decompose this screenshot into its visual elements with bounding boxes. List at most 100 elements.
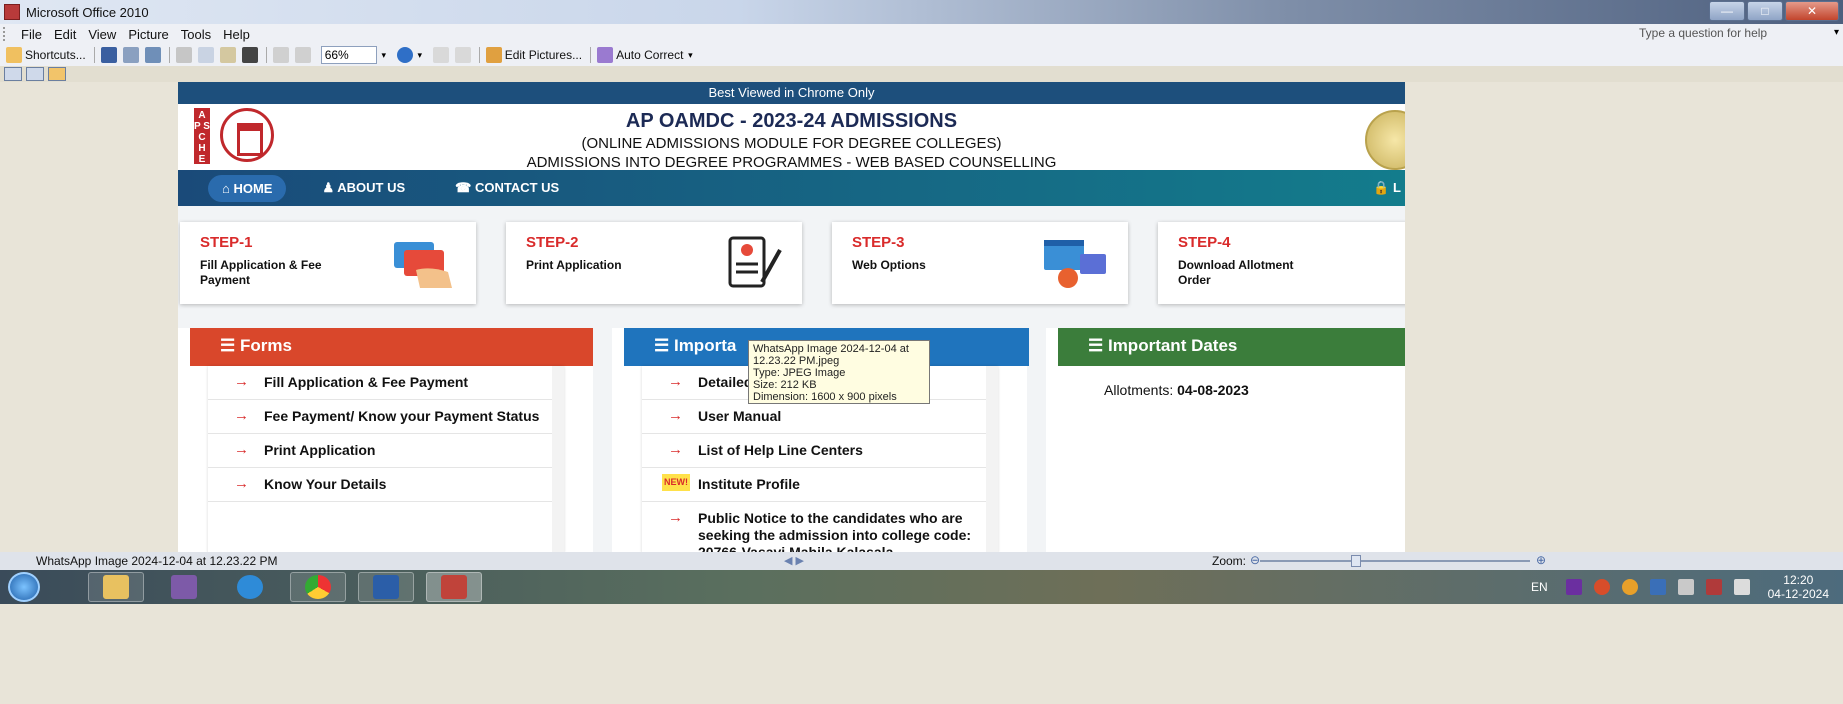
toolbar-separator <box>93 47 95 63</box>
arrow-right-icon: → <box>668 509 683 526</box>
minimize-button[interactable]: — <box>1709 1 1745 21</box>
email-icon[interactable] <box>144 47 161 63</box>
prev-next-picture-icon[interactable]: ◀ ▶ <box>784 554 804 567</box>
zoom-slider-track[interactable] <box>1260 560 1530 562</box>
tooltip-dimension: Dimension: 1600 x 900 pixels <box>753 391 897 403</box>
forms-header: ☰ Forms <box>190 328 593 366</box>
print-icon[interactable] <box>122 47 139 63</box>
site-subtitle: (ONLINE ADMISSIONS MODULE FOR DEGREE COL… <box>581 135 1002 152</box>
zoom-out-icon[interactable]: ⊖ <box>1250 553 1260 567</box>
list-item: NEW! Institute Profile <box>642 468 998 502</box>
tooltip-filename: WhatsApp Image 2024-12-04 at 12.23.22 PM… <box>753 343 909 367</box>
close-button[interactable]: ✕ <box>1785 1 1839 21</box>
best-viewed-banner: Best Viewed in Chrome Only <box>178 82 1405 104</box>
chrome-icon <box>305 575 331 599</box>
arrow-right-icon: → <box>668 373 683 390</box>
nav-contact: ☎ CONTACT US <box>455 180 560 195</box>
list-item-label: User Manual <box>698 408 782 424</box>
menu-edit[interactable]: Edit <box>54 27 76 42</box>
zoom-select[interactable]: 66% <box>320 46 377 64</box>
list-item: → Know Your Details <box>208 468 564 502</box>
tooltip-type: Type: JPEG Image <box>753 367 846 379</box>
arrow-right-icon: → <box>668 441 683 458</box>
toolbar-separator <box>168 47 170 63</box>
save-icon[interactable] <box>100 47 117 63</box>
list-item-label: List of Help Line Centers <box>698 442 863 458</box>
onenote-icon[interactable] <box>1565 579 1582 595</box>
taskbar-clock[interactable]: 12:20 04-12-2024 <box>1768 573 1829 601</box>
redo-icon[interactable] <box>294 47 311 63</box>
shortcuts-button[interactable]: Shortcuts... <box>25 46 86 64</box>
show-desktop-icon[interactable] <box>1733 579 1750 595</box>
picture-canvas: Best Viewed in Chrome Only A P S C H E A… <box>0 82 1843 552</box>
list-item-label: Know Your Details <box>264 476 387 492</box>
winrar-taskbar-button[interactable] <box>156 572 212 602</box>
list-item: → Fill Application & Fee Payment <box>208 366 564 400</box>
step-text: Print Application <box>526 258 622 272</box>
clock-time: 12:20 <box>1783 573 1814 587</box>
zoom-dropdown-icon[interactable]: ▾ <box>377 46 391 64</box>
shortcuts-icon <box>6 47 22 63</box>
rotate-left-icon[interactable] <box>432 47 449 63</box>
standard-toolbar: Shortcuts... 66% ▾ ▾ Edit Pictures... Au… <box>0 44 1843 66</box>
single-picture-view-button[interactable] <box>48 67 66 81</box>
maximize-button[interactable]: □ <box>1747 1 1783 21</box>
start-button-icon[interactable] <box>8 572 40 602</box>
toolbar-separator <box>590 47 592 63</box>
menu-tools[interactable]: Tools <box>181 27 211 42</box>
step-heading: STEP-4 <box>1178 234 1231 251</box>
menu-picture[interactable]: Picture <box>128 27 168 42</box>
step-text: Web Options <box>852 258 926 272</box>
nav-login-label: L <box>1393 180 1401 195</box>
nav-home: ⌂ HOME <box>208 174 287 202</box>
help-dropdown-icon[interactable]: ▾ <box>1834 27 1839 38</box>
picture-manager-taskbar-button[interactable] <box>426 572 482 602</box>
zoom-label: Zoom: <box>1212 554 1247 568</box>
cut-icon[interactable] <box>175 47 192 63</box>
explorer-taskbar-button[interactable] <box>88 572 144 602</box>
ie-taskbar-button[interactable] <box>222 572 278 602</box>
language-indicator[interactable]: EN <box>1531 580 1548 594</box>
rotate-right-icon[interactable] <box>454 47 471 63</box>
auto-correct-button[interactable]: Auto Correct <box>616 46 683 64</box>
tray-app-icon[interactable] <box>1593 579 1610 595</box>
thumbnail-view-button[interactable] <box>4 67 22 81</box>
tooltip-size: Size: 212 KB <box>753 379 817 391</box>
word-taskbar-button[interactable] <box>358 572 414 602</box>
dates-title: Important Dates <box>1107 336 1238 355</box>
tray-app-icon-2[interactable] <box>1621 579 1638 595</box>
zoom-slider-thumb[interactable] <box>1351 555 1361 567</box>
help-search-input[interactable]: Type a question for help <box>1635 26 1825 42</box>
chrome-taskbar-button[interactable] <box>290 572 346 602</box>
list-item-label: Print Application <box>264 442 376 458</box>
delete-icon[interactable] <box>241 47 258 63</box>
menu-view[interactable]: View <box>88 27 116 42</box>
network-icon[interactable] <box>1649 579 1666 595</box>
step-card: STEP-4 Download Allotment Order <box>1158 222 1405 304</box>
volume-icon[interactable] <box>1677 579 1694 595</box>
undo-icon[interactable] <box>272 47 289 63</box>
menu-help[interactable]: Help <box>223 27 250 42</box>
important-dates-panel: ☰ Important Dates Allotments: 04-08-2023 <box>1046 328 1405 552</box>
menu-file[interactable]: File <box>21 27 42 42</box>
title-bar: Microsoft Office 2010 — □ ✕ <box>0 0 1843 24</box>
forms-scrollbar <box>552 366 564 552</box>
action-center-icon[interactable] <box>1705 579 1722 595</box>
copy-icon[interactable] <box>197 47 214 63</box>
paste-icon[interactable] <box>219 47 236 63</box>
list-item: → Print Application <box>208 434 564 468</box>
site-title: AP OAMDC - 2023-24 ADMISSIONS <box>625 110 958 132</box>
toolbar-more-icon[interactable]: ▾ <box>683 46 697 64</box>
toolbar-separator <box>478 47 480 63</box>
filmstrip-view-button[interactable] <box>26 67 44 81</box>
edit-pictures-button[interactable]: Edit Pictures... <box>505 46 582 64</box>
toolbar-options-icon[interactable]: ▾ <box>413 46 427 64</box>
web-options-icon <box>1044 240 1106 288</box>
window-title: Microsoft Office 2010 <box>26 4 149 20</box>
auto-correct-icon <box>597 47 614 63</box>
help-icon[interactable] <box>396 47 413 63</box>
internet-explorer-icon <box>237 575 263 599</box>
step-heading: STEP-3 <box>852 234 905 251</box>
arrow-right-icon: → <box>234 475 249 492</box>
zoom-in-icon[interactable]: ⊕ <box>1536 553 1546 567</box>
